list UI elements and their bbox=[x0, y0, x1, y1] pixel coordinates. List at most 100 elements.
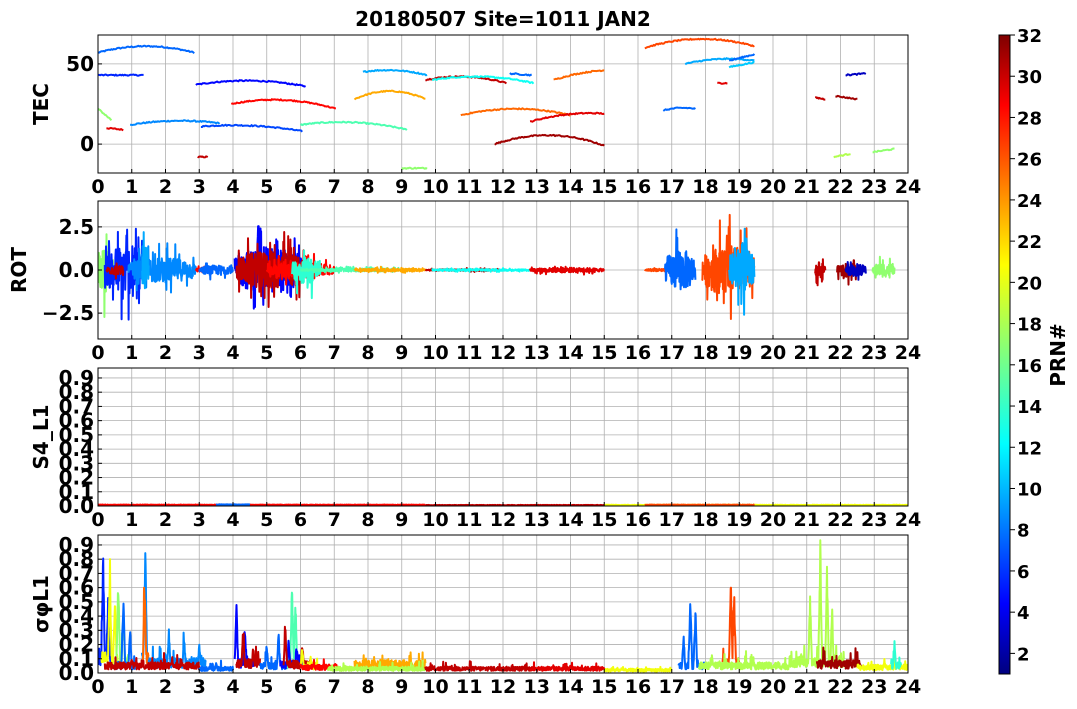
colorbar-label: PRN# bbox=[1046, 323, 1070, 387]
x-tick-label: 8 bbox=[361, 342, 374, 364]
sigma-series-prn-8 bbox=[677, 603, 707, 671]
x-tick-label: 17 bbox=[659, 676, 685, 698]
x-tick-label: 3 bbox=[193, 342, 206, 364]
y-tick-label: 0.9 bbox=[59, 533, 94, 557]
y-tick-label: −2.5 bbox=[42, 301, 94, 325]
x-tick-label: 15 bbox=[591, 342, 617, 364]
colorbar-gradient bbox=[998, 34, 1011, 675]
tec-series-prn-11 bbox=[728, 60, 755, 69]
x-tick-label: 14 bbox=[557, 509, 583, 531]
x-tick-label: 9 bbox=[395, 509, 408, 531]
x-tick-label: 4 bbox=[226, 509, 239, 531]
x-tick-label: 9 bbox=[395, 176, 408, 198]
y-tick-label: 0.0 bbox=[59, 258, 94, 282]
x-tick-label: 22 bbox=[827, 342, 853, 364]
tec-series-prn-29 bbox=[717, 81, 728, 85]
x-tick-label: 12 bbox=[490, 676, 516, 698]
s4-series-prn-30 bbox=[424, 503, 605, 506]
colorbar-tick-label: 24 bbox=[1017, 191, 1042, 212]
s4-yticks: 0.00.10.20.30.40.50.60.70.80.9 bbox=[59, 366, 102, 518]
rot-series-prn-13 bbox=[431, 267, 535, 273]
x-tick-label: 23 bbox=[861, 342, 887, 364]
x-tick-label: 21 bbox=[794, 509, 820, 531]
x-tick-label: 7 bbox=[328, 176, 341, 198]
x-tick-label: 20 bbox=[760, 509, 786, 531]
x-tick-label: 13 bbox=[524, 676, 550, 698]
rot-series-prn-17 bbox=[871, 255, 896, 279]
x-tick-label: 2 bbox=[159, 676, 172, 698]
x-tick-label: 6 bbox=[294, 342, 307, 364]
x-tick-label: 7 bbox=[328, 676, 341, 698]
x-tick-label: 16 bbox=[625, 176, 651, 198]
tec-series-prn-30 bbox=[197, 155, 209, 159]
x-tick-label: 12 bbox=[490, 176, 516, 198]
x-tick-label: 20 bbox=[760, 176, 786, 198]
x-tick-label: 2 bbox=[159, 509, 172, 531]
x-tick-label: 16 bbox=[625, 676, 651, 698]
x-tick-label: 6 bbox=[294, 676, 307, 698]
x-tick-label: 21 bbox=[794, 176, 820, 198]
x-tick-label: 17 bbox=[659, 509, 685, 531]
rot-yticks: −2.5 0.0 2.5 bbox=[42, 215, 102, 325]
tec-series-prn-17 bbox=[872, 147, 895, 154]
tec-series-prn-10 bbox=[362, 68, 428, 77]
x-tick-label: 24 bbox=[895, 676, 921, 698]
x-tick-label: 8 bbox=[361, 176, 374, 198]
x-tick-label: 15 bbox=[591, 176, 617, 198]
x-tick-label: 18 bbox=[692, 176, 718, 198]
colorbar-tick-label: 20 bbox=[1017, 273, 1042, 294]
s4-panel: 0 1 2 3 4 5 6 7 8 9 10 11 12 13 14 15 16 17 18 19 20 21 22 23 24… bbox=[29, 366, 921, 531]
colorbar-tick-label: 8 bbox=[1017, 521, 1030, 542]
x-tick-label: 22 bbox=[827, 509, 853, 531]
x-tick-label: 1 bbox=[125, 176, 138, 198]
chart-title: 20180507 Site=1011 JAN2 bbox=[355, 7, 651, 31]
colorbar-tick-label: 2 bbox=[1017, 644, 1030, 665]
colorbar-tick-label: 32 bbox=[1017, 26, 1042, 47]
x-tick-label: 23 bbox=[861, 509, 887, 531]
x-tick-label: 23 bbox=[861, 176, 887, 198]
tec-series-prn-25 bbox=[553, 69, 605, 81]
x-tick-label: 4 bbox=[226, 342, 239, 364]
x-tick-label: 7 bbox=[328, 342, 341, 364]
tec-series-prn-13 bbox=[432, 75, 535, 85]
colorbar-tick-label: 14 bbox=[1017, 397, 1042, 418]
x-tick-label: 5 bbox=[260, 342, 273, 364]
x-tick-label: 7 bbox=[328, 509, 341, 531]
colorbar-ticks: 2468101214161820222426283032 bbox=[1010, 26, 1042, 665]
x-tick-label: 20 bbox=[760, 676, 786, 698]
x-tick-label: 1 bbox=[125, 342, 138, 364]
x-tick-label: 8 bbox=[361, 509, 374, 531]
x-tick-label: 5 bbox=[260, 676, 273, 698]
x-tick-label: 20 bbox=[760, 342, 786, 364]
tec-series-prn-30 bbox=[814, 96, 826, 101]
x-tick-label: 16 bbox=[625, 342, 651, 364]
x-tick-label: 22 bbox=[827, 676, 853, 698]
tec-series-prn-8 bbox=[662, 106, 696, 112]
x-tick-label: 18 bbox=[692, 509, 718, 531]
x-tick-label: 12 bbox=[490, 342, 516, 364]
x-tick-label: 14 bbox=[557, 176, 583, 198]
x-tick-label: 4 bbox=[226, 676, 239, 698]
tec-series-prn-28 bbox=[230, 98, 336, 110]
colorbar-tick-label: 16 bbox=[1017, 356, 1042, 377]
panels: 0 1 2 3 4 5 6 7 8 9 10 11 12 13 14 15 16 17 18 19 20 21 22 23 24… bbox=[7, 34, 921, 698]
colorbar-tick-label: 12 bbox=[1017, 438, 1042, 459]
colorbar-tick-label: 26 bbox=[1017, 150, 1042, 171]
s4-series-prn-28 bbox=[98, 503, 427, 506]
y-tick-label: 2.5 bbox=[59, 215, 94, 239]
x-tick-label: 22 bbox=[827, 176, 853, 198]
x-tick-label: 3 bbox=[193, 176, 206, 198]
colorbar-tick-label: 10 bbox=[1017, 479, 1042, 500]
sigma-series-prn-29 bbox=[529, 661, 606, 672]
x-tick-label: 17 bbox=[659, 342, 685, 364]
x-tick-label: 11 bbox=[456, 342, 482, 364]
tec-series-prn-29 bbox=[106, 126, 124, 132]
tec-series-prn-5 bbox=[195, 79, 306, 88]
x-tick-label: 11 bbox=[456, 676, 482, 698]
sigma-series-prn-30 bbox=[424, 660, 535, 672]
sigma-yticks: 0.00.10.20.30.40.50.60.70.80.9 bbox=[59, 533, 102, 685]
rot-series-prn-10 bbox=[141, 231, 150, 290]
colorbar-tick-label: 30 bbox=[1017, 67, 1042, 88]
y-tick-label: 0 bbox=[80, 132, 94, 156]
x-tick-label: 2 bbox=[159, 342, 172, 364]
